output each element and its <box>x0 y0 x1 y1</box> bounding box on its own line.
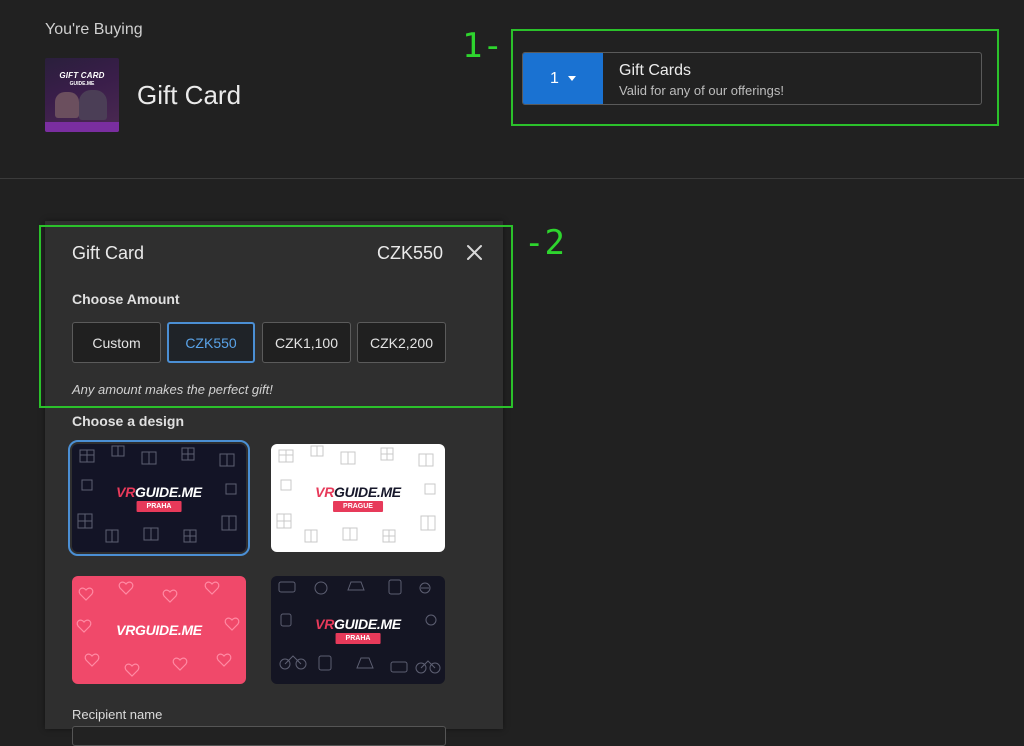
design-option-light-prague[interactable]: VRGUIDE.ME PRAGUE <box>271 444 445 552</box>
recipient-name-input[interactable] <box>72 726 446 746</box>
design-tag: PRAGUE <box>333 501 383 512</box>
product-title: Gift Card <box>137 80 242 110</box>
recipient-name-label: Recipient name <box>72 707 163 722</box>
thumb-subtitle: GUIDE.ME <box>69 81 95 87</box>
header-divider <box>0 178 1024 179</box>
design-logo: VRGUIDE.ME <box>116 622 202 638</box>
choose-design-label: Choose a design <box>72 413 185 429</box>
design-logo: VRGUIDE.ME <box>116 484 202 500</box>
design-logo: VRGUIDE.ME <box>315 484 401 500</box>
thumb-title: GIFT CARD <box>59 71 105 80</box>
annotation-label-1: 1- <box>462 26 503 66</box>
design-option-pink-hearts[interactable]: VRGUIDE.ME <box>72 576 246 684</box>
youre-buying-label: You're Buying <box>45 21 143 38</box>
design-tag: PRAHA <box>136 501 182 512</box>
design-logo: VRGUIDE.ME <box>315 616 401 632</box>
annotation-box-1 <box>511 29 999 126</box>
design-option-dark-praha[interactable]: VRGUIDE.ME PRAHA <box>68 440 250 556</box>
design-tag: PRAHA <box>335 633 381 644</box>
design-option-dark-travel-praha[interactable]: VRGUIDE.ME PRAHA <box>271 576 445 684</box>
annotation-box-2 <box>39 225 513 408</box>
annotation-label-2: -2 <box>524 223 565 263</box>
product-thumbnail: GIFT CARD GUIDE.ME <box>45 58 119 132</box>
